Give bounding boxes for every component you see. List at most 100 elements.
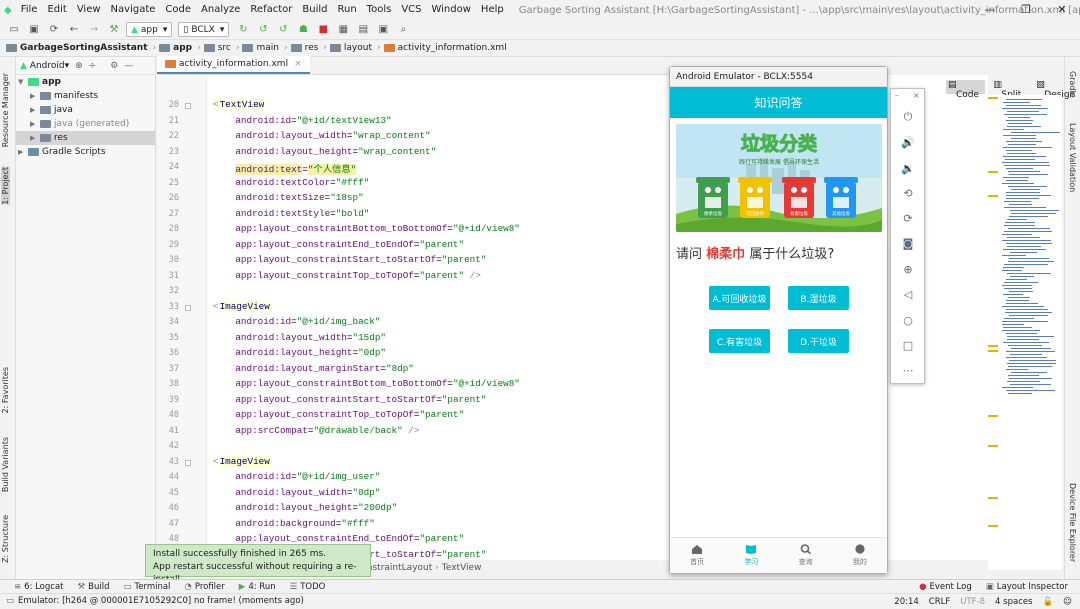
- forward-arrow-icon[interactable]: →: [86, 22, 102, 38]
- tab-structure[interactable]: Z: Structure: [1, 515, 10, 563]
- search-icon[interactable]: ⌕: [395, 22, 411, 38]
- indent-setting[interactable]: 4 spaces: [995, 597, 1032, 607]
- menu-analyze[interactable]: Analyze: [196, 0, 245, 20]
- status-toggle-icon[interactable]: ▭: [6, 596, 14, 606]
- camera-icon[interactable]: ◙: [900, 235, 916, 251]
- tree-item-app[interactable]: ▼ app: [16, 75, 155, 89]
- split-mode-button[interactable]: ▥ Split: [991, 80, 1028, 100]
- minimap-warning-marker[interactable]: [988, 195, 998, 197]
- answer-a-button[interactable]: A.可回收垃圾: [709, 286, 770, 310]
- minimap-warning-marker[interactable]: [988, 415, 998, 417]
- more-icon[interactable]: ⋯: [900, 362, 916, 378]
- zoom-icon[interactable]: ⊕: [900, 261, 916, 277]
- tab-profiler[interactable]: ◔ Profiler: [184, 582, 224, 592]
- caret-position[interactable]: 20:14: [894, 597, 919, 607]
- tab-device-file-explorer[interactable]: Device File Explorer: [1068, 483, 1077, 562]
- menu-edit[interactable]: Edit: [42, 0, 71, 20]
- sdk-manager-icon[interactable]: ▤: [355, 22, 371, 38]
- stop-icon[interactable]: ■: [315, 22, 331, 38]
- gear-icon[interactable]: ⚙: [110, 61, 118, 71]
- breadcrumb-item-project[interactable]: GarbageSortingAssistant: [6, 43, 148, 53]
- open-folder-icon[interactable]: ▭: [6, 22, 22, 38]
- hide-icon[interactable]: —: [124, 61, 133, 71]
- code-mode-button[interactable]: ▤ Code: [946, 80, 986, 100]
- locate-icon[interactable]: ⊕: [75, 61, 83, 71]
- tab-layout-inspector[interactable]: ▣ Layout Inspector: [986, 582, 1068, 592]
- answer-d-button[interactable]: D.干垃圾: [788, 329, 849, 353]
- tab-favorites[interactable]: 2: Favorites: [1, 367, 10, 413]
- build-hammer-icon[interactable]: ⚒: [106, 22, 122, 38]
- breadcrumb-item-layout[interactable]: layout: [329, 43, 372, 53]
- menu-refactor[interactable]: Refactor: [245, 0, 297, 20]
- editor-crumb-textview[interactable]: TextView: [442, 563, 482, 573]
- tab-build-variants[interactable]: Build Variants: [1, 437, 10, 492]
- tree-item-java[interactable]: ▶ java: [16, 103, 155, 117]
- volume-up-icon[interactable]: 🔊: [900, 134, 916, 150]
- menu-vcs[interactable]: VCS: [396, 0, 426, 20]
- menu-tools[interactable]: Tools: [362, 0, 397, 20]
- fold-marker-icon[interactable]: [185, 459, 191, 466]
- menu-code[interactable]: Code: [160, 0, 196, 20]
- fold-marker-icon[interactable]: [185, 304, 191, 311]
- home-icon[interactable]: ○: [900, 312, 916, 328]
- minimap-warning-marker[interactable]: [988, 525, 998, 527]
- minimap-warning-marker[interactable]: [988, 497, 998, 499]
- close-button[interactable]: ✕: [1044, 0, 1080, 20]
- status-message[interactable]: Emulator: [h264 @ 000001E7105292C0] no f…: [18, 596, 304, 606]
- menu-help[interactable]: Help: [476, 0, 509, 20]
- minimap-warning-marker[interactable]: [988, 171, 998, 173]
- restore-button[interactable]: ❐: [1008, 0, 1044, 20]
- overview-icon[interactable]: □: [900, 337, 916, 353]
- avd-manager-icon[interactable]: ▣: [375, 22, 391, 38]
- minimap-warning-marker[interactable]: [988, 97, 998, 99]
- project-view-select[interactable]: ▲ Android▾: [20, 61, 69, 71]
- menu-navigate[interactable]: Navigate: [106, 0, 161, 20]
- close-tab-icon[interactable]: ×: [294, 59, 302, 69]
- collapse-all-icon[interactable]: ÷: [89, 61, 97, 71]
- minimap-warning-marker[interactable]: [988, 350, 998, 352]
- fold-marker-icon[interactable]: [185, 103, 191, 109]
- tree-item-java-generated[interactable]: ▶ java (generated): [16, 117, 155, 131]
- answer-c-button[interactable]: C.有害垃圾: [709, 329, 770, 353]
- breadcrumb-item-file[interactable]: activity_information.xml: [383, 43, 507, 53]
- run-config-select[interactable]: ▲ app ▾: [126, 22, 173, 37]
- minimize-button[interactable]: —: [972, 0, 1008, 20]
- file-encoding[interactable]: UTF-8: [960, 597, 985, 607]
- tree-item-res[interactable]: ▶ res: [16, 131, 155, 145]
- menu-build[interactable]: Build: [297, 0, 332, 20]
- minimap-warning-marker[interactable]: [988, 445, 998, 447]
- sync-icon[interactable]: ⟳: [46, 22, 62, 38]
- profile-icon[interactable]: ▦: [335, 22, 351, 38]
- breadcrumb-item-res[interactable]: res: [290, 43, 318, 53]
- breadcrumb-item-main[interactable]: main: [242, 43, 279, 53]
- panel-close-icon[interactable]: ×: [913, 91, 920, 100]
- menu-view[interactable]: View: [72, 0, 106, 20]
- minimap-warning-marker[interactable]: [988, 345, 998, 347]
- power-icon[interactable]: ⏻: [900, 109, 916, 125]
- code-minimap[interactable]: [988, 95, 1062, 570]
- tab-build[interactable]: ⚒ Build: [78, 582, 110, 592]
- device-select[interactable]: ▯ BCLX ▾: [178, 22, 230, 37]
- rotate-left-icon[interactable]: ⟲: [900, 185, 916, 201]
- tab-run[interactable]: ▶ 4: Run: [239, 582, 276, 592]
- tree-item-manifests[interactable]: ▶ manifests: [16, 89, 155, 103]
- answer-b-button[interactable]: B.湿垃圾: [788, 286, 849, 310]
- tab-resource-manager[interactable]: Resource Manager: [1, 73, 10, 147]
- nav-search[interactable]: 查询: [779, 538, 833, 573]
- apply-changes-icon[interactable]: ↻: [235, 22, 251, 38]
- menu-run[interactable]: Run: [332, 0, 361, 20]
- back-arrow-icon[interactable]: ←: [66, 22, 82, 38]
- tab-layout-validation[interactable]: Layout Validation: [1068, 123, 1077, 192]
- nav-profile[interactable]: 我的: [833, 538, 887, 573]
- tab-event-log[interactable]: ● Event Log: [919, 582, 972, 592]
- design-mode-button[interactable]: ▧ Design: [1034, 80, 1080, 100]
- breadcrumb-item-app[interactable]: app: [159, 43, 192, 53]
- nav-home[interactable]: 首页: [670, 538, 724, 573]
- run-icon[interactable]: ↺: [275, 22, 291, 38]
- tab-logcat[interactable]: ≡ 6: Logcat: [14, 582, 64, 592]
- tab-terminal[interactable]: ▭ Terminal: [123, 582, 170, 592]
- breadcrumb-item-src[interactable]: src: [203, 43, 231, 53]
- tab-todo[interactable]: ☰ TODO: [290, 582, 326, 592]
- volume-down-icon[interactable]: 🔉: [900, 160, 916, 176]
- rotate-right-icon[interactable]: ⟳: [900, 210, 916, 226]
